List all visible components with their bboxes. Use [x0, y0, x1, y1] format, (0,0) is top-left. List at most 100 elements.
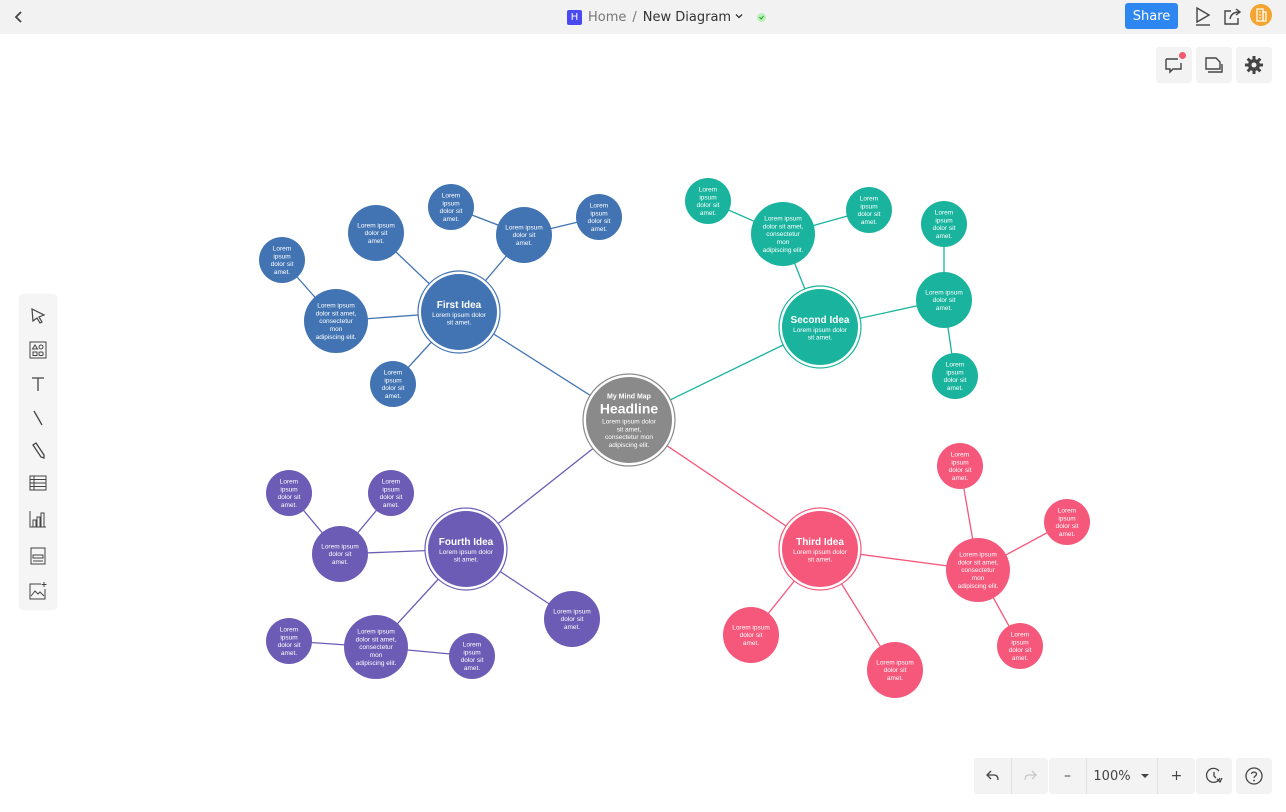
present-button[interactable]	[1192, 5, 1214, 27]
node-text: dolor sit amet,	[763, 223, 804, 230]
subtopic-node[interactable]: Lorem ipsumdolor sit amet,consecteturmon…	[344, 615, 408, 679]
leaf-node[interactable]: Loremipsumdolor sitamet.	[685, 178, 731, 224]
history-controls	[974, 758, 1048, 794]
node-text: dolor sit	[382, 385, 405, 392]
leaf-node[interactable]: Loremipsumdolor sitamet.	[449, 633, 495, 679]
node-text: amet.	[952, 475, 968, 482]
avatar[interactable]	[1250, 4, 1272, 26]
undo-button[interactable]	[974, 758, 1011, 794]
node-text: Lorem ipsum	[764, 216, 802, 223]
play-icon	[1196, 6, 1211, 26]
back-button[interactable]	[10, 7, 28, 27]
node-text: Lorem	[442, 192, 460, 199]
leaf-node[interactable]: Loremipsumdolor sitamet.	[266, 470, 312, 516]
breadcrumb-separator: /	[632, 9, 637, 25]
node-text: Lorem	[860, 195, 878, 202]
node-text: dolor sit amet,	[958, 559, 999, 566]
node-text: Lorem	[280, 478, 298, 485]
subtopic-node[interactable]: Lorem ipsumdolor sitamet.	[544, 591, 600, 647]
document-title[interactable]: New Diagram	[643, 10, 731, 25]
redo-button[interactable]	[1012, 758, 1048, 794]
node-text: adipiscing elit.	[356, 660, 397, 667]
subtopic-node[interactable]: Lorem ipsumdolor sitamet.	[496, 207, 552, 263]
node-text: Lorem ipsum	[321, 543, 359, 550]
leaf-node[interactable]: Loremipsumdolor sitamet.	[576, 194, 622, 240]
node-text: ipsum	[382, 486, 399, 493]
zoom-out-button[interactable]: –	[1049, 758, 1086, 794]
leaf-node[interactable]: Loremipsumdolor sitamet.	[937, 443, 983, 489]
central-topic-node[interactable]: My Mind MapHeadlineLorem ipsum dolorsit …	[582, 373, 676, 467]
node-text: adipiscing elit.	[958, 583, 999, 590]
node-text: dolor sit	[949, 467, 972, 474]
branch-node-third[interactable]: Third IdeaLorem ipsum dolorsit amet.	[778, 507, 862, 591]
node-text: consectetur	[961, 567, 995, 574]
subtopic-node[interactable]: Loremipsumdolor sitamet.	[370, 361, 416, 407]
subtopic-node[interactable]: Lorem ipsumdolor sit amet,consecteturmon…	[751, 202, 815, 266]
node-text: ipsum	[384, 377, 401, 384]
node-text: Lorem ipsum dolor	[793, 549, 848, 556]
diagram-canvas[interactable]: My Mind MapHeadlineLorem ipsum dolorsit …	[0, 34, 1286, 812]
branch-node-second[interactable]: Second IdeaLorem ipsum dolorsit amet.	[778, 285, 862, 369]
subtopic-node[interactable]: Lorem ipsumdolor sit amet,consecteturmon…	[946, 538, 1010, 602]
leaf-node[interactable]: Loremipsumdolor sitamet.	[368, 470, 414, 516]
node-text: Lorem	[1058, 507, 1076, 514]
node-text: dolor sit	[461, 657, 484, 664]
node-text: dolor sit	[365, 230, 388, 237]
node-text: Lorem ipsum dolor	[432, 312, 487, 319]
chevron-left-icon	[14, 11, 22, 23]
node-text: ipsum	[946, 369, 963, 376]
history-button-wrap	[1196, 758, 1232, 794]
node-text: Lorem ipsum	[357, 629, 395, 636]
node-text: adipiscing elit.	[609, 442, 650, 449]
node-text: ipsum	[860, 203, 877, 210]
leaf-node[interactable]: Loremipsumdolor sitamet.	[266, 618, 312, 664]
leaf-node[interactable]: Loremipsumdolor sitamet.	[259, 237, 305, 283]
zoom-level-select[interactable]: 100%	[1087, 758, 1157, 794]
node-title: First Idea	[437, 300, 482, 311]
share-button[interactable]: Share	[1125, 3, 1178, 29]
branch-node-fourth[interactable]: Fourth IdeaLorem ipsum dolorsit amet.	[424, 507, 508, 591]
help-icon	[1245, 767, 1263, 785]
leaf-node[interactable]: Loremipsumdolor sitamet.	[1044, 499, 1090, 545]
subtopic-node[interactable]: Lorem ipsumdolor sitamet.	[916, 272, 972, 328]
version-history-button[interactable]	[1196, 758, 1232, 794]
node-text: dolor sit	[440, 208, 463, 215]
subtopic-node[interactable]: Lorem ipsumdolor sitamet.	[723, 607, 779, 663]
leaf-node[interactable]: Loremipsumdolor sitamet.	[428, 184, 474, 230]
zoom-in-button[interactable]: +	[1158, 758, 1195, 794]
node-text: amet.	[383, 502, 399, 509]
export-button[interactable]	[1222, 5, 1244, 27]
help-button[interactable]	[1236, 758, 1272, 794]
redo-icon	[1024, 770, 1037, 781]
node-text: ipsum	[699, 194, 716, 201]
node-text: dolor sit	[513, 232, 536, 239]
breadcrumb-home[interactable]: Home	[588, 10, 626, 25]
node-text: dolor sit amet,	[316, 310, 357, 317]
node-text: Lorem ipsum	[732, 624, 770, 631]
node-text: dolor sit	[858, 211, 881, 218]
branch-node-first[interactable]: First IdeaLorem ipsum dolorsit amet.	[417, 270, 501, 354]
node-text: dolor sit	[561, 616, 584, 623]
subtopic-node[interactable]: Lorem ipsumdolor sitamet.	[348, 205, 404, 261]
node-text: Lorem	[951, 451, 969, 458]
node-title: Second Idea	[791, 315, 850, 326]
subtopic-node[interactable]: Lorem ipsumdolor sit amet,consecteturmon…	[304, 289, 368, 353]
node-text: amet.	[516, 240, 532, 247]
leaf-node[interactable]: Loremipsumdolor sitamet.	[997, 623, 1043, 669]
leaf-node[interactable]: Loremipsumdolor sitamet.	[921, 201, 967, 247]
subtopic-node[interactable]: Lorem ipsumdolor sitamet.	[867, 642, 923, 698]
leaf-node[interactable]: Loremipsumdolor sitamet.	[932, 353, 978, 399]
node-text: dolor sit	[380, 494, 403, 501]
node-text: amet.	[385, 393, 401, 400]
node-text: dolor sit	[329, 551, 352, 558]
node-text: sit amet.	[454, 557, 479, 564]
leaf-node[interactable]: Loremipsumdolor sitamet.	[846, 187, 892, 233]
node-text: amet.	[281, 650, 297, 657]
chevron-down-icon[interactable]	[735, 12, 743, 22]
subtopic-node[interactable]: Lorem ipsumdolor sitamet.	[312, 526, 368, 582]
node-text: dolor sit amet,	[356, 636, 397, 643]
node-text: Lorem ipsum	[876, 659, 914, 666]
node-text: Lorem	[1011, 631, 1029, 638]
node-text: ipsum	[935, 217, 952, 224]
node-text: amet.	[700, 210, 716, 217]
